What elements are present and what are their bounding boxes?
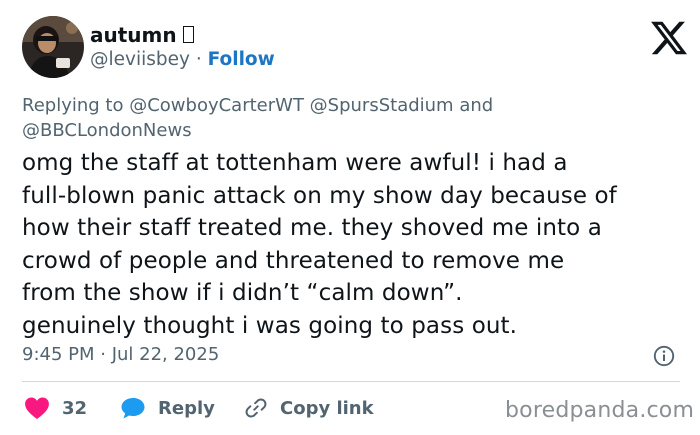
tweet-header: autumn @leviisbey · Follow: [22, 16, 688, 78]
copy-link-button[interactable]: Copy link: [244, 394, 374, 422]
tweet-line: genuinely thought i was going to pass ou…: [22, 312, 518, 339]
mention-bbclondonnews[interactable]: @BBCLondonNews: [22, 120, 192, 141]
boredpanda-watermark: boredpanda.com: [505, 398, 695, 423]
tweet-body: omg the staff at tottenham were awful! i…: [22, 147, 682, 342]
mention-cowboycarterwt[interactable]: @CowboyCarterWT: [129, 95, 304, 116]
separator-dot: ·: [195, 49, 202, 70]
tweet-line: omg the staff at tottenham were awful! i…: [22, 150, 568, 176]
copy-link-label: Copy link: [280, 397, 374, 419]
replying-prefix: Replying to: [22, 95, 124, 116]
link-icon: [244, 396, 268, 420]
follow-button[interactable]: Follow: [208, 49, 275, 70]
divider: [22, 381, 680, 382]
tweet-timestamp[interactable]: 9:45 PM · Jul 22, 2025: [22, 344, 219, 365]
avatar-image: [22, 16, 84, 78]
display-name[interactable]: autumn: [90, 23, 194, 47]
avatar[interactable]: [22, 16, 84, 78]
replying-conjunction: and: [459, 95, 494, 116]
info-icon[interactable]: [653, 345, 675, 367]
replying-to-line: Replying to @CowboyCarterWT @SpursStadiu…: [22, 93, 682, 143]
heart-icon: [24, 396, 50, 420]
mention-spursstadium[interactable]: @SpursStadium: [310, 95, 454, 116]
like-button[interactable]: 32: [24, 394, 87, 422]
speech-bubble-icon: [120, 396, 146, 420]
reply-label: Reply: [158, 397, 215, 419]
tweet-line: from the show if i didn’t “calm down”.: [22, 280, 463, 306]
like-count: 32: [62, 397, 88, 419]
tweet-line: crowd of people and threatened to remove…: [22, 247, 565, 274]
handle-line: @leviisbey · Follow: [90, 49, 275, 70]
user-handle[interactable]: @leviisbey: [90, 49, 190, 70]
x-logo-icon[interactable]: [649, 18, 689, 58]
tweet-line: full-blown panic attack on my show day b…: [22, 182, 617, 209]
unrendered-emoji-glyph: [182, 26, 194, 43]
display-name-text: autumn: [90, 23, 177, 47]
tweet-line: how their staff treated me. they shoved …: [22, 215, 602, 241]
reply-button[interactable]: Reply: [120, 394, 215, 422]
